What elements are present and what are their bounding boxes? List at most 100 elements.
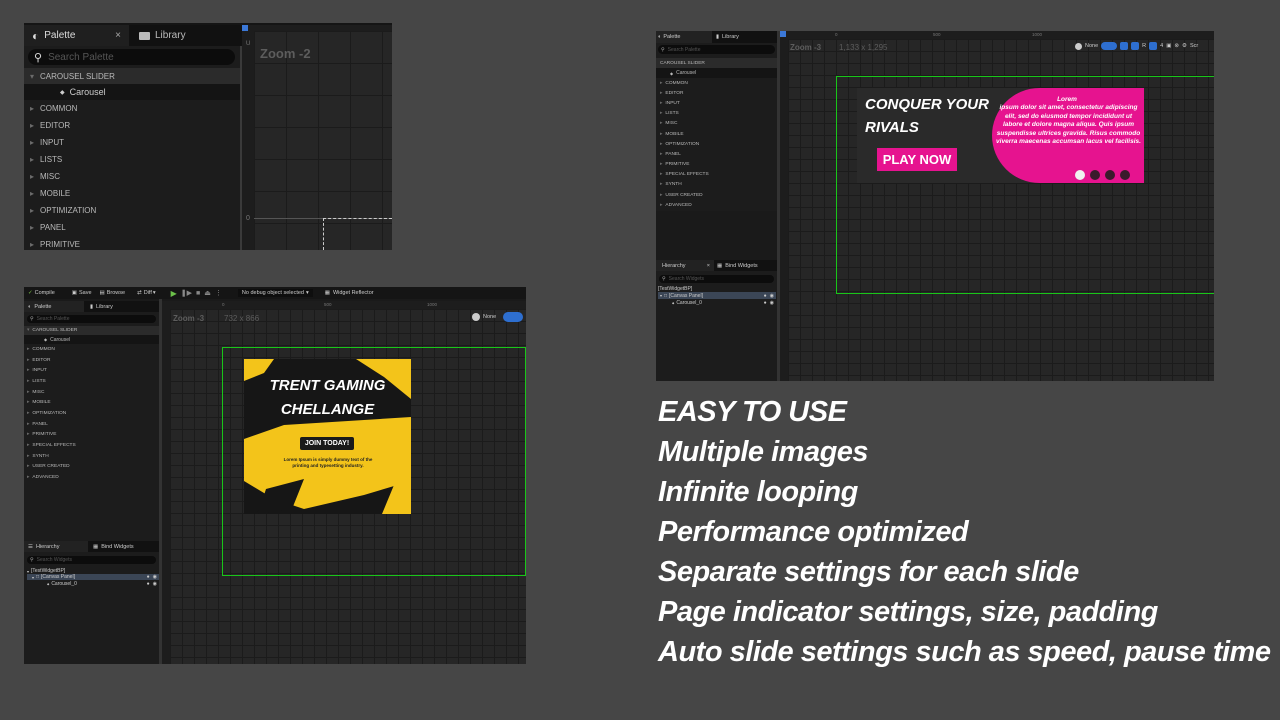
lock-icon[interactable]: ●	[764, 293, 767, 299]
lock-icon[interactable]	[1120, 42, 1129, 50]
hierarchy-search-input[interactable]: ⚲ Search Widgets	[27, 556, 156, 564]
palette-category-misc[interactable]: ▸ MISC	[656, 119, 777, 129]
hierarchy-search-input[interactable]: ⚲ Search Widgets	[659, 275, 774, 283]
fit-icon[interactable]: ▣	[1166, 43, 1171, 49]
palette-category-panel[interactable]: ▸ PANEL	[24, 219, 240, 236]
palette-category-primitive[interactable]: ▸ PRIMITIVE	[24, 430, 159, 441]
eye-icon[interactable]: ◉	[153, 581, 157, 587]
tab-palette[interactable]: ◐ Palette	[24, 301, 84, 312]
palette-section-carousel-slider[interactable]: CAROUSEL SLIDER	[656, 58, 777, 68]
palette-category-mobile[interactable]: ▸ MOBILE	[656, 129, 777, 139]
close-icon[interactable]: ×	[707, 263, 710, 269]
lock-icon[interactable]: ●	[764, 300, 767, 306]
palette-category-common[interactable]: ▸ COMMON	[656, 78, 777, 88]
page-dot[interactable]	[1120, 170, 1130, 180]
diff-button[interactable]: ⇄ Diff ▾	[137, 290, 156, 296]
designer-canvas[interactable]: Zoom -3 1,133 x 1,295 None R 4 ▣ ⊗ ⚙ Scr…	[788, 39, 1214, 381]
widget-reflector-button[interactable]: ▦ Widget Reflector	[325, 290, 374, 296]
close-icon[interactable]: ×	[115, 30, 121, 41]
play-icon[interactable]: ▶	[171, 289, 177, 298]
palette-category-mobile[interactable]: ▸ MOBILE	[24, 185, 240, 202]
palette-item-carousel[interactable]: ◆ Carousel	[24, 84, 240, 100]
page-dot[interactable]	[1090, 170, 1100, 180]
palette-item-carousel[interactable]: ◆ Carousel	[656, 68, 777, 78]
palette-category-panel[interactable]: ▸ PANEL	[24, 419, 159, 430]
eye-icon[interactable]: ◉	[153, 574, 157, 580]
palette-category-special-effects[interactable]: ▸ SPECIAL EFFECTS	[656, 170, 777, 180]
palette-category-common[interactable]: ▸ COMMON	[24, 100, 240, 117]
palette-category-lists[interactable]: ▸ LISTS	[24, 151, 240, 168]
tab-palette[interactable]: ◐ Palette	[656, 31, 712, 43]
palette-category-editor[interactable]: ▸ EDITOR	[24, 117, 240, 134]
designer-canvas[interactable]: Zoom -3 732 x 866 None TRENT GAMING CHEL…	[170, 309, 526, 664]
palette-category-editor[interactable]: ▸ EDITOR	[24, 355, 159, 366]
eye-icon[interactable]: ◉	[770, 300, 774, 306]
tab-bind-widgets[interactable]: ▦ Bind Widgets	[88, 544, 134, 550]
palette-category-special-effects[interactable]: ▸ SPECIAL EFFECTS	[24, 440, 159, 451]
palette-category-synth[interactable]: ▸ SYNTH	[656, 180, 777, 190]
tree-carousel[interactable]: ◆ Carousel_0 ● ◉	[658, 299, 776, 306]
palette-category-user-created[interactable]: ▸ USER CREATED	[24, 462, 159, 473]
palette-category-input[interactable]: ▸ INPUT	[656, 98, 777, 108]
tab-library[interactable]: ▮ Library	[712, 34, 739, 40]
lock-icon[interactable]: ●	[147, 574, 150, 580]
palette-category-mobile[interactable]: ▸ MOBILE	[24, 397, 159, 408]
globe-icon[interactable]	[472, 313, 480, 321]
palette-search-input[interactable]: ⚲ Search Palette	[27, 315, 156, 323]
palette-category-primitive[interactable]: ▸ PRIMITIVE	[24, 236, 240, 250]
lock-toggle[interactable]	[503, 312, 523, 322]
browse-button[interactable]: ▤ Browse	[100, 290, 126, 296]
tree-carousel[interactable]: ◆ Carousel_0 ● ◉	[27, 580, 159, 587]
toggle-switch[interactable]	[1101, 42, 1118, 50]
play-now-button[interactable]: PLAY NOW	[877, 148, 957, 171]
close-icon[interactable]: ⊗	[1174, 43, 1179, 49]
tab-bind-widgets[interactable]: ▦ Bind Widgets	[714, 263, 758, 269]
stop-icon[interactable]: ■	[196, 290, 200, 297]
palette-item-carousel[interactable]: ◆ Carousel	[24, 335, 159, 344]
palette-category-lists[interactable]: ▸ LISTS	[656, 109, 777, 119]
palette-category-misc[interactable]: ▸ MISC	[24, 168, 240, 185]
palette-category-editor[interactable]: ▸ EDITOR	[656, 88, 777, 98]
globe-icon[interactable]	[1075, 42, 1082, 50]
palette-category-input[interactable]: ▸ INPUT	[24, 365, 159, 376]
palette-search-input[interactable]: ⚲ Search Palette	[28, 49, 235, 65]
palette-category-input[interactable]: ▸ INPUT	[24, 134, 240, 151]
tab-hierarchy[interactable]: Hierarchy ×	[656, 260, 714, 271]
palette-section-carousel-slider[interactable]: ▾ CAROUSEL SLIDER	[24, 326, 159, 335]
page-dot[interactable]	[1075, 170, 1085, 180]
palette-category-advanced[interactable]: ▸ ADVANCED	[656, 200, 777, 210]
palette-category-primitive[interactable]: ▸ PRIMITIVE	[656, 160, 777, 170]
palette-category-optimization[interactable]: ▸ OPTIMIZATION	[24, 202, 240, 219]
settings-icon[interactable]: ⚙	[1182, 43, 1187, 49]
layout-icon[interactable]	[1131, 42, 1140, 50]
palette-category-user-created[interactable]: ▸ USER CREATED	[656, 190, 777, 200]
palette-category-misc[interactable]: ▸ MISC	[24, 387, 159, 398]
grid-icon[interactable]	[1149, 42, 1158, 50]
join-today-button[interactable]: JOIN TODAY!	[300, 437, 354, 450]
tab-library[interactable]: ▮ Library	[84, 304, 113, 310]
tab-palette[interactable]: ◐ Palette ×	[24, 25, 129, 46]
palette-category-panel[interactable]: ▸ PANEL	[656, 149, 777, 159]
compile-button[interactable]: ✓ Compile	[28, 290, 55, 296]
debug-object-select[interactable]: No debug object selected ▾	[237, 289, 313, 297]
eject-icon[interactable]: ⏏	[204, 289, 211, 297]
eye-icon[interactable]: ◉	[770, 293, 774, 299]
palette-section-carousel-slider[interactable]: ▾ CAROUSEL SLIDER	[24, 68, 240, 84]
tree-canvas-panel[interactable]: ▾ □ [Canvas Panel] ● ◉	[658, 292, 776, 299]
palette-category-synth[interactable]: ▸ SYNTH	[24, 451, 159, 462]
palette-search-input[interactable]: ⚲ Search Palette	[658, 45, 775, 54]
tab-hierarchy[interactable]: ☰ Hierarchy	[24, 541, 88, 552]
save-button[interactable]: ▣ Save	[72, 290, 92, 296]
designer-canvas[interactable]: Zoom -2	[254, 31, 392, 250]
lock-icon[interactable]: ●	[147, 581, 150, 587]
carousel-slide-banner[interactable]: TRENT GAMING CHELLANGE JOIN TODAY! Lorem…	[244, 359, 411, 514]
page-dot[interactable]	[1105, 170, 1115, 180]
tab-library[interactable]: Library	[129, 25, 239, 46]
carousel-slide-banner[interactable]: CONQUER YOUR RIVALS PLAY NOW Lorem ipsum…	[857, 88, 1144, 183]
step-icon[interactable]: ❚▶	[181, 289, 192, 297]
palette-category-lists[interactable]: ▸ LISTS	[24, 376, 159, 387]
palette-category-advanced[interactable]: ▸ ADVANCED	[24, 472, 159, 483]
palette-category-optimization[interactable]: ▸ OPTIMIZATION	[24, 408, 159, 419]
palette-category-common[interactable]: ▸ COMMON	[24, 344, 159, 355]
palette-category-optimization[interactable]: ▸ OPTIMIZATION	[656, 139, 777, 149]
